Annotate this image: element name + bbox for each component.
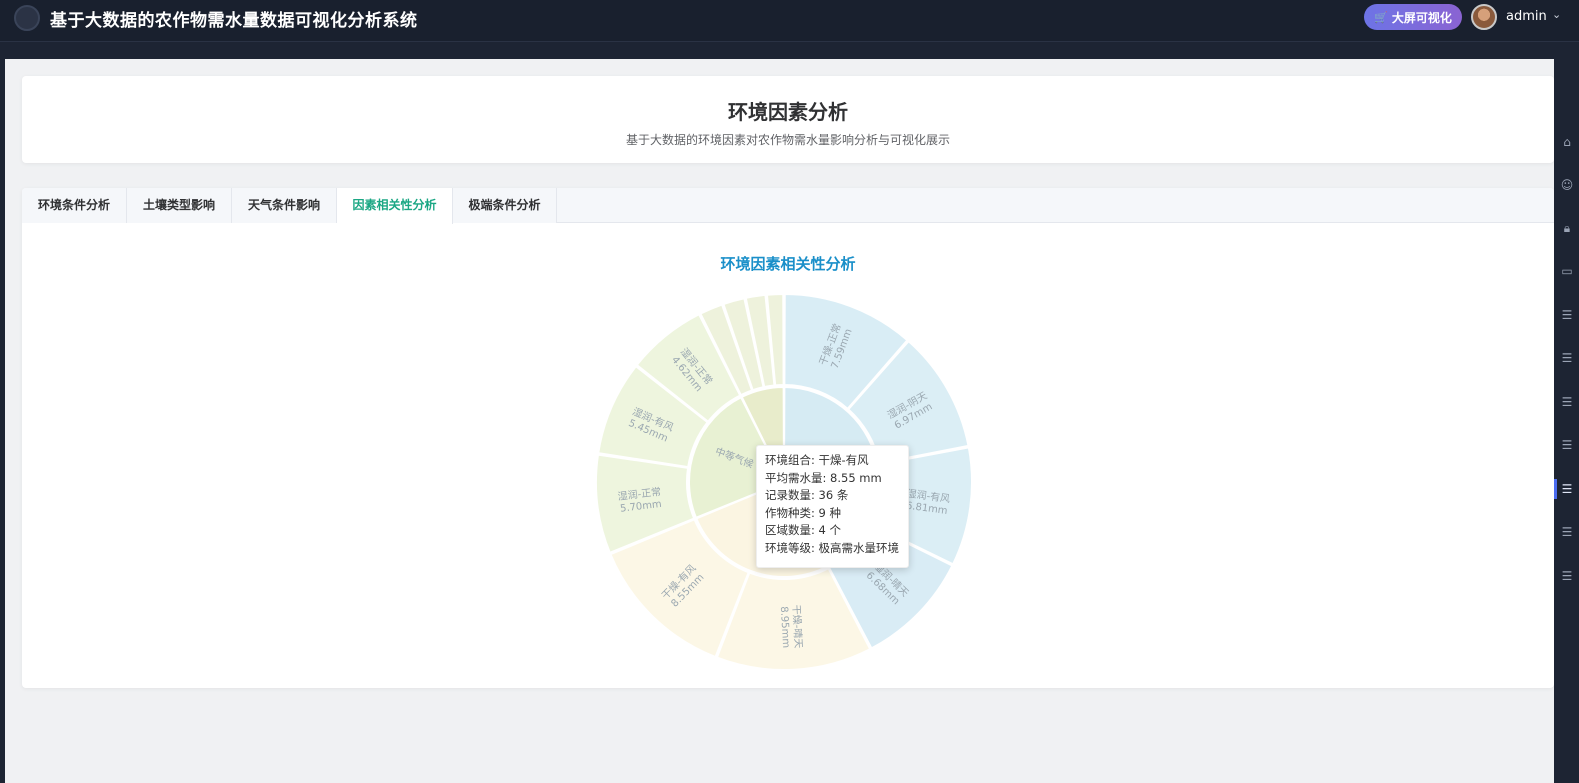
page-title: 环境因素分析	[728, 100, 848, 124]
sunburst-chart[interactable]: 中等气候干燥-正常7.59mm湿润-阴天6.97mm湿润-有风6.81mm湿润-…	[22, 188, 1554, 688]
right-sidebar: ⌂ ☺ 🔒︎ ▭ ☰ ☰ ☰ ☰ ☰ ☰ ☰	[1554, 59, 1579, 783]
tooltip-line: 区域数量: 4 个	[765, 523, 842, 537]
tooltip-line: 作物种类: 9 种	[765, 505, 842, 520]
page-header-card: 环境因素分析 基于大数据的环境因素对农作物需水量影响分析与可视化展示	[22, 76, 1554, 163]
chevron-down-icon[interactable]: ⌄	[1552, 8, 1561, 21]
outer-ring-label: 干燥-晴天8.95mm	[778, 604, 805, 648]
document-icon[interactable]: ☰	[1560, 438, 1574, 452]
cart-icon: 🛒	[1374, 10, 1388, 24]
document-icon[interactable]: ☰	[1560, 482, 1574, 496]
tooltip-line: 环境组合: 干燥-有风	[765, 453, 869, 467]
avatar[interactable]	[1471, 4, 1497, 30]
tabs-card: 环境条件分析 土壤类型影响 天气条件影响 因素相关性分析 极端条件分析 环境因素…	[22, 188, 1554, 688]
top-header: 基于大数据的农作物需水量数据可视化分析系统 🛒 大屏可视化 admin ⌄	[0, 0, 1579, 42]
document-icon[interactable]: ☰	[1560, 308, 1574, 322]
document-icon[interactable]: ☰	[1560, 569, 1574, 583]
bigscreen-label: 大屏可视化	[1391, 10, 1452, 25]
tooltip-line: 记录数量: 36 条	[765, 488, 849, 502]
tooltip-line: 平均需水量: 8.55 mm	[765, 470, 882, 485]
active-indicator	[1554, 479, 1557, 499]
chart-tooltip: 环境组合: 干燥-有风 平均需水量: 8.55 mm 记录数量: 36 条 作物…	[756, 445, 909, 568]
lock-icon[interactable]: 🔒︎	[1560, 221, 1574, 235]
user-name[interactable]: admin	[1506, 9, 1547, 24]
github-logo-icon[interactable]	[14, 5, 40, 31]
home-icon[interactable]: ⌂	[1560, 135, 1574, 149]
tooltip-line: 环境等级: 极高需水量环境	[765, 540, 900, 555]
chat-icon[interactable]: ▭	[1560, 264, 1574, 278]
main-content: 环境因素分析 基于大数据的环境因素对农作物需水量影响分析与可视化展示 环境条件分…	[5, 59, 1554, 783]
page-subtitle: 基于大数据的环境因素对农作物需水量影响分析与可视化展示	[625, 133, 950, 147]
document-icon[interactable]: ☰	[1560, 395, 1574, 409]
segment-value-label: 8.95mm	[778, 606, 791, 648]
document-icon[interactable]: ☰	[1560, 525, 1574, 539]
header-gap	[0, 42, 1579, 59]
app-title: 基于大数据的农作物需水量数据可视化分析系统	[50, 11, 418, 31]
document-icon[interactable]: ☰	[1560, 351, 1574, 365]
bigscreen-button[interactable]: 🛒 大屏可视化	[1364, 4, 1462, 30]
user-icon[interactable]: ☺	[1560, 178, 1574, 192]
